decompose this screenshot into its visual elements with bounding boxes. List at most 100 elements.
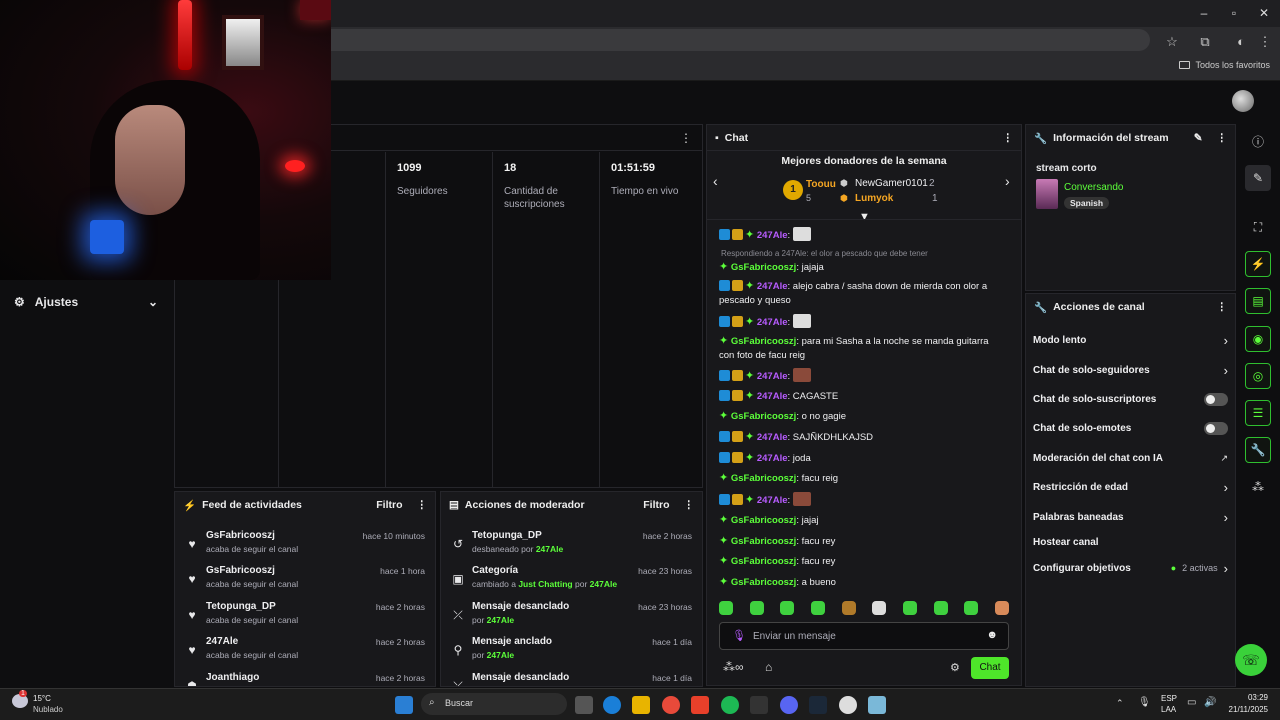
maximize-icon[interactable]: ▫ <box>1224 4 1244 22</box>
language-code[interactable]: ESP <box>1161 694 1177 703</box>
donor-name[interactable]: Toouu <box>806 179 836 190</box>
emoji-icon[interactable]: ☻ <box>986 629 998 641</box>
ai-moderation-row[interactable]: Moderación del chat con IA ↗ <box>1026 444 1235 472</box>
host-channel-row[interactable]: Hostear canal <box>1026 528 1235 556</box>
emote-icon[interactable] <box>780 601 795 615</box>
emotes-only-toggle[interactable] <box>1204 421 1228 435</box>
emote-icon[interactable] <box>841 601 856 615</box>
age-restriction-row[interactable]: Restricción de edad › <box>1026 473 1235 501</box>
stream-category[interactable]: Conversando <box>1064 182 1123 193</box>
chrome-icon[interactable] <box>662 696 680 714</box>
clock-time[interactable]: 03:29 <box>1226 693 1268 702</box>
kebab-menu-icon[interactable]: ⋮ <box>684 499 695 511</box>
kebab-menu-icon[interactable]: ⋮ <box>1003 132 1014 144</box>
bolt-icon[interactable]: ⚡ <box>1245 251 1271 277</box>
microphone-icon[interactable]: 🎙 <box>732 629 746 642</box>
spotify-icon[interactable] <box>721 696 739 714</box>
info-icon[interactable]: ⓘ <box>1245 128 1271 154</box>
keyboard-layout[interactable]: LAA <box>1161 705 1176 714</box>
all-bookmarks-button[interactable]: Todos los favoritos <box>1179 60 1270 70</box>
discord-icon[interactable] <box>780 696 798 714</box>
follower-name[interactable]: Tetopunga_DP <box>206 601 276 612</box>
filter-button[interactable]: Filtro <box>376 499 402 511</box>
extensions-icon[interactable]: ⧉ <box>1197 34 1213 50</box>
wrench-icon[interactable]: 🔧 <box>1245 437 1271 463</box>
kick-logo-icon[interactable]: ⁂ <box>1245 474 1271 500</box>
chevron-up-icon[interactable]: ⌃ <box>1116 698 1124 709</box>
goals-row[interactable]: Configurar objetivos ● 2 activas › <box>1026 554 1235 582</box>
kebab-menu-icon[interactable]: ⋮ <box>1217 301 1228 313</box>
banned-words-row[interactable]: Palabras baneadas › <box>1026 503 1235 531</box>
donor-name[interactable]: Lumyok <box>855 193 893 204</box>
nav-ajustes[interactable]: ⚙ Ajustes ⌄ <box>0 288 172 316</box>
windows-start-icon[interactable] <box>395 696 413 714</box>
chevron-right-icon[interactable]: › <box>1005 173 1010 189</box>
focus-icon[interactable]: ⛶ <box>1245 214 1271 240</box>
chat-bubble-icon[interactable]: ◉ <box>1245 326 1271 352</box>
edit-icon[interactable]: ✎ <box>1245 165 1271 191</box>
profile-icon[interactable]: ◐ <box>1233 34 1249 50</box>
chevron-left-icon[interactable]: ‹ <box>713 173 718 189</box>
minimize-icon[interactable]: – <box>1194 4 1214 22</box>
emote-icon[interactable] <box>810 601 825 615</box>
stream-info-panel: 🔧 Información del stream ✎ ⋮ stream corto… <box>1025 124 1236 291</box>
emotes-only-row[interactable]: Chat de solo-emotes <box>1026 414 1235 442</box>
edge-icon[interactable] <box>603 696 621 714</box>
brave-icon[interactable] <box>691 696 709 714</box>
mod-list-icon[interactable]: ☰ <box>1245 400 1271 426</box>
chat-message: ✦ 247Ale: <box>719 368 1004 384</box>
kebab-menu-icon[interactable]: ⋮ <box>417 499 428 511</box>
category-icon: ▣ <box>452 572 464 586</box>
store-icon[interactable]: ⌂ <box>765 660 772 674</box>
network-icon[interactable]: ▭ <box>1187 697 1196 708</box>
close-icon[interactable]: ✕ <box>1254 4 1274 22</box>
slow-mode-row[interactable]: Modo lento › <box>1026 326 1235 354</box>
chat-input[interactable]: 🎙 Enviar un mensaje ☻ <box>719 622 1009 650</box>
donor-count: 5 <box>806 193 812 203</box>
follower-name[interactable]: GsFabricooszj <box>206 530 275 541</box>
microphone-icon[interactable]: 🎙 <box>1138 697 1151 708</box>
app-icon[interactable] <box>868 696 886 714</box>
volume-icon[interactable]: 🔊 <box>1204 697 1216 708</box>
emote-icon[interactable] <box>902 601 917 615</box>
follower-name[interactable]: GsFabricooszj <box>206 565 275 576</box>
stat-label: Seguidores <box>397 186 448 197</box>
emote-icon[interactable] <box>964 601 979 615</box>
emote-icon[interactable] <box>994 601 1009 615</box>
clock-date[interactable]: 21/11/2025 <box>1216 705 1268 714</box>
steam-icon[interactable] <box>809 696 827 714</box>
chat-input-placeholder: Enviar un mensaje <box>753 631 836 642</box>
stream-info-title: Información del stream <box>1053 132 1169 144</box>
filter-button[interactable]: Filtro <box>643 499 669 511</box>
star-icon[interactable]: ☆ <box>1164 34 1180 50</box>
emote-icon[interactable] <box>872 601 887 615</box>
donor-name[interactable]: NewGamer0101 <box>855 178 928 189</box>
emote-icon[interactable] <box>749 601 764 615</box>
broadcast-icon[interactable]: ◎ <box>1245 363 1271 389</box>
emote-icon[interactable] <box>933 601 948 615</box>
task-view-icon[interactable] <box>575 696 593 714</box>
kebab-menu-icon[interactable]: ⋮ <box>680 131 692 145</box>
subs-only-toggle[interactable] <box>1204 392 1228 406</box>
document-icon[interactable]: ▤ <box>1245 288 1271 314</box>
stream-title: stream corto <box>1036 163 1097 174</box>
kebab-menu-icon[interactable]: ⋮ <box>1217 132 1228 144</box>
edit-icon[interactable]: ✎ <box>1194 132 1203 144</box>
help-chat-icon[interactable]: ☏ <box>1235 644 1267 676</box>
kick-icon[interactable]: ⁂∞ <box>723 660 744 674</box>
browser-menu-icon[interactable]: ⋮ <box>1257 34 1273 50</box>
file-explorer-icon[interactable] <box>632 696 650 714</box>
send-chat-button[interactable]: Chat <box>971 657 1009 679</box>
emote-icon[interactable] <box>719 601 733 615</box>
epic-games-icon[interactable] <box>750 696 768 714</box>
gear-icon[interactable]: ⚙ <box>950 661 960 674</box>
collapse-icon[interactable]: ▼ <box>859 211 870 223</box>
obs-icon[interactable] <box>839 696 857 714</box>
subs-only-row[interactable]: Chat de solo-suscriptores <box>1026 385 1235 413</box>
stat-card: 1099 Seguidores <box>385 152 492 488</box>
taskbar-search[interactable]: ⌕ Buscar <box>421 693 567 715</box>
follower-name[interactable]: Joanthiago <box>206 672 259 683</box>
followers-only-row[interactable]: Chat de solo-seguidores › <box>1026 356 1235 384</box>
follower-name[interactable]: 247Ale <box>206 636 238 647</box>
user-avatar[interactable] <box>1232 90 1254 112</box>
